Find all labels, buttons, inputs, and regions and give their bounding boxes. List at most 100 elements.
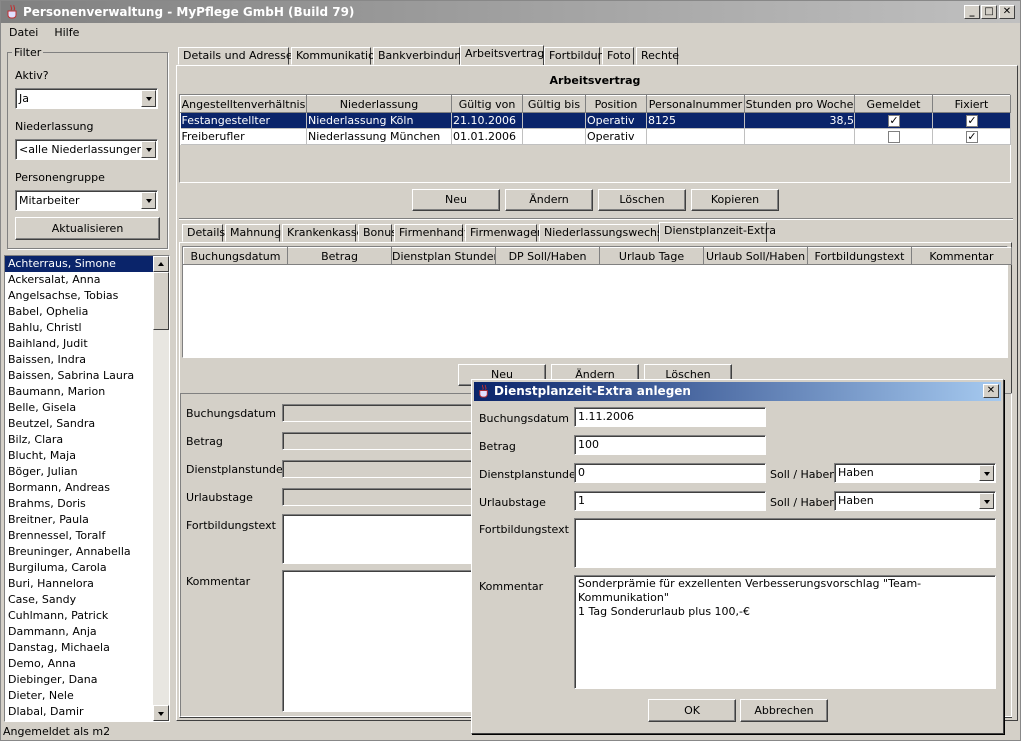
- contract-col-header[interactable]: Gültig bis: [522, 95, 586, 113]
- dlg-soll2-select[interactable]: Haben: [834, 491, 996, 511]
- person-list-item[interactable]: Dammann, Anja: [5, 624, 153, 640]
- person-list-item[interactable]: Ackersalat, Anna: [5, 272, 153, 288]
- contract-loeschen-button[interactable]: Löschen: [598, 189, 686, 211]
- tab-foto[interactable]: Foto: [602, 47, 634, 65]
- person-list-item[interactable]: Brennessel, Toralf: [5, 528, 153, 544]
- subtab-bonus[interactable]: Bonus: [358, 224, 397, 242]
- tab-detailsundadressen[interactable]: Details und Adressen: [178, 47, 300, 65]
- menu-hilfe[interactable]: Hilfe: [46, 26, 87, 39]
- contract-col-header[interactable]: Angestelltenverhältnis: [180, 95, 307, 113]
- close-button[interactable]: ✕: [999, 5, 1015, 19]
- aktualisieren-button[interactable]: Aktualisieren: [15, 217, 160, 240]
- tab-bankverbindung[interactable]: Bankverbindung: [373, 47, 468, 65]
- person-list-item[interactable]: Demo, Anna: [5, 656, 153, 672]
- contract-neu-button[interactable]: Neu: [412, 189, 500, 211]
- fixiert-checkbox[interactable]: ✓: [966, 131, 978, 143]
- contract-col-header[interactable]: Stunden pro Woche: [744, 95, 855, 113]
- extra-col-header[interactable]: Betrag: [287, 247, 392, 265]
- contract-col-header[interactable]: Niederlassung: [306, 95, 452, 113]
- dlg-kommentar-input[interactable]: Sonderprämie für exzellenten Verbesserun…: [574, 575, 996, 689]
- person-list-item[interactable]: Cuhlmann, Patrick: [5, 608, 153, 624]
- person-list-item[interactable]: Bahlu, Christl: [5, 320, 153, 336]
- extra-col-header[interactable]: Urlaub Tage: [599, 247, 704, 265]
- gemeldet-checkbox[interactable]: ✓: [888, 115, 900, 127]
- fixiert-checkbox[interactable]: ✓: [966, 115, 978, 127]
- detail-buchung-field: [282, 404, 482, 422]
- person-list-item[interactable]: Angelsachse, Tobias: [5, 288, 153, 304]
- tab-arbeitsvertrag[interactable]: Arbeitsvertrag: [460, 45, 544, 66]
- person-list-item[interactable]: Breitner, Paula: [5, 512, 153, 528]
- person-list-item[interactable]: Bilz, Clara: [5, 432, 153, 448]
- scroll-down-icon[interactable]: [153, 705, 169, 721]
- table-row[interactable]: Festangestellter Niederlassung Köln 21.10.…: [180, 112, 1011, 129]
- aktiv-select[interactable]: Ja: [15, 88, 158, 109]
- person-list-item[interactable]: Dieter, Nele: [5, 688, 153, 704]
- extra-col-header[interactable]: Buchungsdatum: [183, 247, 288, 265]
- person-list-item[interactable]: Bormann, Andreas: [5, 480, 153, 496]
- subtab-dienstplanzeitextra[interactable]: Dienstplanzeit-Extra: [659, 222, 776, 243]
- personengruppe-select[interactable]: Mitarbeiter: [15, 190, 158, 211]
- tab-rechte[interactable]: Rechte: [636, 47, 679, 65]
- subtab-details[interactable]: Details: [182, 224, 225, 242]
- extra-col-header[interactable]: Dienstplan Stunden: [391, 247, 496, 265]
- contract-col-header[interactable]: Position: [585, 95, 647, 113]
- person-list-item[interactable]: Case, Sandy: [5, 592, 153, 608]
- contract-col-header[interactable]: Gemeldet: [854, 95, 933, 113]
- person-list-item[interactable]: Buri, Hannelora: [5, 576, 153, 592]
- dlg-fortbildung-input[interactable]: [574, 518, 996, 568]
- person-list-item[interactable]: Dlabal, Damir: [5, 704, 153, 720]
- person-list-item[interactable]: Babel, Ophelia: [5, 304, 153, 320]
- extra-col-header[interactable]: Urlaub Soll/Haben: [703, 247, 808, 265]
- extra-col-header[interactable]: DP Soll/Haben: [495, 247, 600, 265]
- subtab-niederlassungswechsel[interactable]: Niederlassungswechsel: [539, 224, 673, 242]
- person-list-item[interactable]: Burgiluma, Carola: [5, 560, 153, 576]
- menu-datei[interactable]: Datei: [1, 26, 46, 39]
- gemeldet-checkbox[interactable]: [888, 131, 900, 143]
- dialog-close-button[interactable]: ✕: [983, 384, 999, 398]
- personengruppe-value: Mitarbeiter: [19, 194, 80, 207]
- person-list-item[interactable]: Baissen, Indra: [5, 352, 153, 368]
- person-list-item[interactable]: Achterraus, Simone: [5, 256, 153, 272]
- person-list-item[interactable]: Breuninger, Annabella: [5, 544, 153, 560]
- dlg-soll1-select[interactable]: Haben: [834, 463, 996, 483]
- abbrechen-button[interactable]: Abbrechen: [740, 699, 828, 722]
- table-row[interactable]: Freiberufler Niederlassung München 01.01.2…: [180, 128, 1011, 145]
- subtab-mahnung[interactable]: Mahnung: [225, 224, 281, 242]
- tab-kommunikation[interactable]: Kommunikation: [291, 47, 382, 65]
- contract-kopieren-button[interactable]: Kopieren: [691, 189, 779, 211]
- dlg-betrag-input[interactable]: 100: [574, 435, 766, 455]
- subtab-firmenwagen[interactable]: Firmenwagen: [465, 224, 544, 242]
- person-list-item[interactable]: Belle, Gisela: [5, 400, 153, 416]
- niederlassung-select[interactable]: <alle Niederlassungen>: [15, 139, 158, 160]
- dlg-buchung-input[interactable]: 1.11.2006: [574, 407, 766, 427]
- person-list-scrollbar[interactable]: [153, 256, 169, 721]
- ok-button[interactable]: OK: [648, 699, 736, 722]
- extra-table[interactable]: Buchungsdatum Betrag Dienstplan Stunden DP …: [183, 247, 1012, 265]
- contract-col-header[interactable]: Fixiert: [932, 95, 1011, 113]
- contract-table[interactable]: Angestelltenverhältnis Niederlassung Gülti…: [180, 95, 1011, 145]
- extra-col-header[interactable]: Kommentar: [911, 247, 1012, 265]
- maximize-button[interactable]: □: [981, 5, 997, 19]
- person-list-item[interactable]: Blucht, Maja: [5, 448, 153, 464]
- person-list[interactable]: Achterraus, Simone Ackersalat, Anna Angels…: [5, 256, 153, 721]
- extra-col-header[interactable]: Fortbildungstext: [807, 247, 912, 265]
- subtab-krankenkasse[interactable]: Krankenkasse: [282, 224, 363, 242]
- person-list-item[interactable]: Diebinger, Dana: [5, 672, 153, 688]
- subtab-firmenhandy[interactable]: Firmenhandy: [394, 224, 471, 242]
- person-list-item[interactable]: Beutzel, Sandra: [5, 416, 153, 432]
- person-list-item[interactable]: Böger, Julian: [5, 464, 153, 480]
- person-list-item[interactable]: Danstag, Michaela: [5, 640, 153, 656]
- scroll-up-icon[interactable]: [153, 256, 169, 272]
- dlg-stunden-input[interactable]: 0: [574, 463, 766, 483]
- person-list-item[interactable]: Baihland, Judit: [5, 336, 153, 352]
- person-list-item[interactable]: Baissen, Sabrina Laura: [5, 368, 153, 384]
- tab-fortbildung[interactable]: Fortbildung: [544, 47, 612, 65]
- scroll-thumb[interactable]: [153, 272, 169, 330]
- minimize-button[interactable]: _: [964, 5, 980, 19]
- contract-col-header[interactable]: Gültig von: [451, 95, 523, 113]
- contract-aendern-button[interactable]: Ändern: [505, 189, 593, 211]
- contract-col-header[interactable]: Personalnummer: [646, 95, 745, 113]
- person-list-item[interactable]: Baumann, Marion: [5, 384, 153, 400]
- person-list-item[interactable]: Brahms, Doris: [5, 496, 153, 512]
- dlg-urlaub-input[interactable]: 1: [574, 491, 766, 511]
